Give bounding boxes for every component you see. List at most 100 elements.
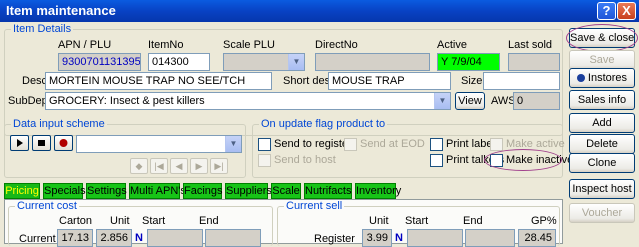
aws-field[interactable]: 0	[513, 92, 560, 110]
tab-multi-apns[interactable]: Multi APN's	[129, 183, 186, 199]
add-button[interactable]: Add	[569, 113, 635, 133]
data-input-title: Data input scheme	[11, 118, 107, 130]
send-to-register-label: Send to register	[274, 138, 352, 150]
chevron-down-icon[interactable]: ▼	[225, 136, 241, 152]
voucher-button[interactable]: Voucher	[569, 203, 635, 223]
itemno-field[interactable]: 014300	[148, 53, 210, 71]
stop-button[interactable]	[32, 135, 51, 151]
make-active-checkbox[interactable]	[490, 138, 503, 151]
send-to-host-label: Send to host	[274, 154, 336, 166]
instores-icon	[576, 74, 585, 82]
help-icon[interactable]: ?	[597, 2, 616, 20]
lastsold-field[interactable]	[508, 53, 560, 71]
nav-prev-icon[interactable]: ◀	[170, 158, 188, 174]
item-details-title: Item Details	[11, 23, 74, 35]
desc-field[interactable]: MORTEIN MOUSE TRAP NO SEE/TCH	[45, 72, 272, 90]
instores-button[interactable]: Instores	[569, 68, 635, 88]
tab-suppliers[interactable]: Suppliers	[225, 183, 272, 199]
title-bar: Item maintenance	[0, 0, 639, 22]
active-label: Active	[437, 39, 467, 51]
print-labels-checkbox[interactable]	[430, 138, 443, 151]
send-to-register-checkbox[interactable]	[258, 138, 271, 151]
record-icon	[59, 139, 68, 147]
tab-specials[interactable]: Specials	[43, 183, 86, 199]
aws-label: AWS	[491, 95, 516, 107]
current-sell-title: Current sell	[284, 200, 345, 212]
window-title: Item maintenance	[6, 3, 116, 18]
record-button[interactable]	[54, 135, 73, 151]
scheme-dropdown[interactable]: ▼	[76, 135, 242, 153]
update-flag-group: On update flag product to Send to regist…	[252, 118, 573, 178]
cost-start-label: Start	[142, 215, 166, 227]
apn-field[interactable]: 9300701131395	[58, 53, 141, 71]
chevron-down-icon[interactable]: ▼	[288, 54, 304, 70]
unit-cost-field[interactable]: 2.856	[96, 229, 132, 247]
tab-pricing[interactable]: Pricing	[4, 183, 40, 199]
nav-last-icon[interactable]: ▶|	[210, 158, 228, 174]
nav-next-icon[interactable]: ▶	[190, 158, 208, 174]
play-icon	[17, 139, 23, 147]
annotation-circle	[566, 24, 638, 52]
sales-info-button[interactable]: Sales info	[569, 90, 635, 110]
sell-n-flag: N	[395, 232, 403, 244]
desc-label: Desc	[22, 75, 48, 87]
instores-label: Instores	[587, 72, 628, 84]
cost-end-label: End	[199, 215, 219, 227]
stop-icon	[38, 140, 45, 146]
tab-nutrifacts[interactable]: Nutrifacts	[304, 183, 352, 199]
sell-end-label: End	[463, 215, 483, 227]
sell-end-field[interactable]	[465, 229, 515, 247]
shortdesc-field[interactable]: MOUSE TRAP	[328, 72, 451, 90]
data-input-scheme-group: Data input scheme ▼ ◆ |◀ ◀ ▶ ▶|	[4, 118, 246, 178]
current-row-label: Current	[19, 233, 56, 245]
current-cost-title: Current cost	[15, 200, 79, 212]
tab-scale[interactable]: Scale	[271, 183, 301, 199]
current-cost-group: Current cost Carton Unit Start End Curre…	[8, 200, 273, 247]
nav-plus-icon[interactable]: ◆	[130, 158, 148, 174]
tab-inventory[interactable]: Inventory	[355, 183, 401, 199]
tab-facings[interactable]: Facings	[183, 183, 223, 199]
cost-end-field[interactable]	[205, 229, 261, 247]
size-label: Size	[461, 75, 483, 87]
cost-start-field[interactable]	[147, 229, 203, 247]
side-button-panel: Save & close Save Instores Sales info Ad…	[566, 22, 638, 244]
print-talkers-checkbox[interactable]	[430, 154, 443, 167]
tab-settings[interactable]: Settings	[86, 183, 127, 199]
item-maintenance-window: Item maintenance ? X Item Details APN / …	[0, 0, 639, 247]
clone-button[interactable]: Clone	[569, 153, 635, 173]
subdept-dropdown[interactable]: GROCERY: Insect & pest killers ▼	[45, 92, 451, 110]
delete-button[interactable]: Delete	[569, 134, 635, 154]
nav-first-icon[interactable]: |◀	[150, 158, 168, 174]
main-panel: Item Details APN / PLU 9300701131395 Ite…	[1, 22, 573, 247]
send-at-eod-label: Send at EOD	[360, 138, 425, 150]
lastsold-label: Last sold	[508, 39, 553, 51]
cost-n-flag: N	[135, 232, 143, 244]
inspect-host-button[interactable]: Inspect host	[569, 179, 635, 199]
apn-label: APN / PLU	[58, 39, 112, 51]
register-row-label: Register	[314, 233, 355, 245]
save-button[interactable]: Save	[569, 50, 635, 70]
sell-start-field[interactable]	[407, 229, 463, 247]
directno-field[interactable]	[315, 53, 430, 71]
active-field[interactable]: Y 7/9/04	[437, 53, 500, 71]
sell-start-label: Start	[405, 215, 429, 227]
send-to-host-checkbox[interactable]	[258, 154, 271, 167]
carton-label: Carton	[59, 215, 93, 227]
scaleplu-dropdown[interactable]: ▼	[223, 53, 305, 71]
pricing-panel: Current cost Carton Unit Start End Curre…	[4, 199, 563, 247]
sell-unit-field[interactable]: 3.99	[362, 229, 392, 247]
directno-label: DirectNo	[315, 39, 358, 51]
send-at-eod-checkbox[interactable]	[344, 138, 357, 151]
update-flag-title: On update flag product to	[259, 118, 388, 130]
annotation-circle	[484, 149, 562, 171]
size-field[interactable]	[483, 72, 560, 90]
gp-field[interactable]: 28.45	[518, 229, 556, 247]
play-button[interactable]	[10, 135, 29, 151]
view-button[interactable]: View	[455, 92, 485, 110]
close-icon[interactable]: X	[617, 2, 636, 20]
current-sell-group: Current sell Unit Start End GP% Register…	[277, 200, 560, 247]
chevron-down-icon[interactable]: ▼	[434, 93, 450, 109]
subdept-value: GROCERY: Insect & pest killers	[49, 95, 205, 107]
carton-cost-field[interactable]: 17.13	[57, 229, 93, 247]
gp-label: GP%	[531, 215, 557, 227]
